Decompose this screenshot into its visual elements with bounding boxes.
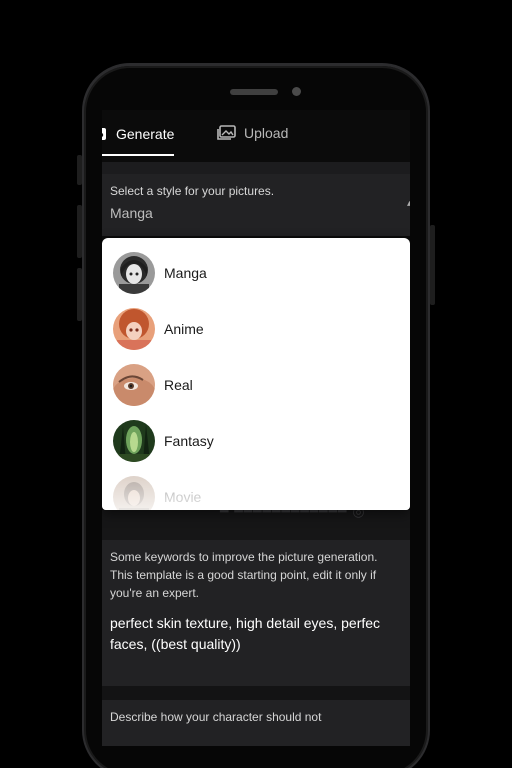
style-select[interactable]: Select a style for your pictures. Manga … [102,174,410,236]
section-divider-2 [102,686,410,700]
keywords-input-line-1: perfect skin texture, high detail eyes, … [110,615,381,631]
style-option-label: Fantasy [164,433,214,449]
style-option-manga[interactable]: Manga [102,245,410,301]
movie-thumbnail [113,476,155,510]
style-option-anime[interactable]: Anime [102,301,410,357]
anime-thumbnail [113,308,155,350]
tab-generate-label: Generate [116,126,175,142]
style-dropdown-menu: Manga Anime Real Fantasy Movie [102,238,410,510]
style-option-label: Real [164,377,193,393]
phone-volume-down [77,268,82,321]
negative-prompt-field: Describe how your character should not [102,700,410,746]
app-screen: Generate Upload Select a style for your … [102,110,410,746]
style-option-label: Manga [164,265,207,281]
phone-speaker [230,89,278,95]
style-option-real[interactable]: Real [102,357,410,413]
style-select-label: Select a style for your pictures. [110,184,275,198]
tab-upload[interactable]: Upload [216,120,288,146]
generate-icon [102,127,108,141]
manga-thumbnail [113,252,155,294]
tab-upload-label: Upload [244,125,289,141]
chevron-up-icon: ▴ [406,198,410,209]
style-select-value: Manga [110,205,153,221]
keywords-input[interactable]: perfect skin texture, high detail eyes, … [110,613,410,655]
image-upload-icon [216,125,236,141]
section-divider [102,162,410,174]
tab-bar: Generate Upload [102,110,410,160]
keywords-input-line-2: faces, ((best quality)) [110,636,241,652]
phone-camera [292,87,301,96]
negative-prompt-help: Describe how your character should not [110,710,322,724]
style-option-label: Movie [164,489,202,505]
fantasy-thumbnail [113,420,155,462]
keywords-help-text: Some keywords to improve the picture gen… [110,550,378,600]
style-option-label: Anime [164,321,204,337]
phone-power-button [430,225,435,305]
tab-generate[interactable]: Generate [102,120,175,156]
obscured-field: ━ ━━━━━━━━━━━━ ◎ [102,503,410,540]
phone-silent-switch [77,155,82,185]
real-thumbnail [113,364,155,406]
style-option-movie[interactable]: Movie [102,469,410,510]
phone-volume-up [77,205,82,258]
style-option-fantasy[interactable]: Fantasy [102,413,410,469]
keywords-field: Some keywords to improve the picture gen… [102,540,410,686]
